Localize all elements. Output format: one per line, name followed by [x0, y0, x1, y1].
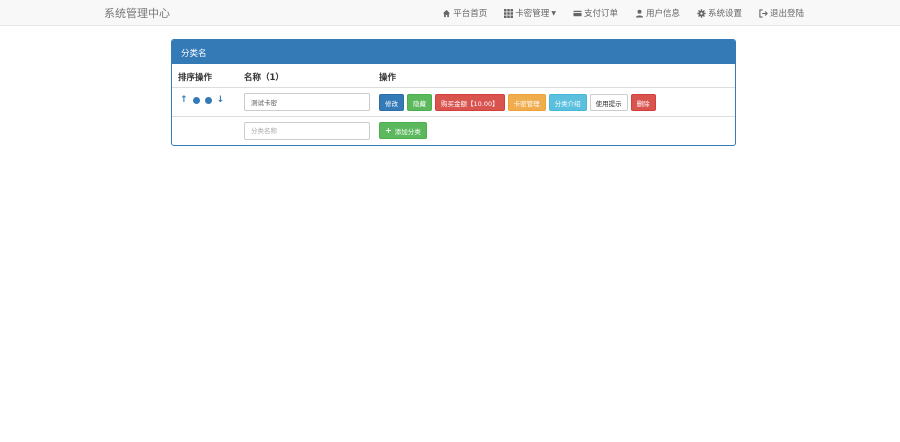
- gear-icon: [697, 8, 706, 18]
- card-management-button[interactable]: 卡密管理: [507, 94, 546, 111]
- plus-icon: +: [385, 126, 392, 135]
- top-navbar: 系统管理中心 平台首页 卡密管理 ▼ 支付订单 用户信息 系统设置 退出登陆: [0, 0, 900, 26]
- caret-down-icon: ▼: [551, 9, 556, 17]
- sort-controls: ↑ ▲ ▼ ↓: [180, 95, 229, 105]
- add-category-label: 添加分类: [394, 127, 421, 136]
- usage-tips-button[interactable]: 使用提示: [589, 94, 628, 111]
- nav-item-logout[interactable]: 退出登陆: [759, 7, 804, 19]
- credit-card-icon: [573, 9, 582, 18]
- new-category-name-input[interactable]: [244, 122, 370, 140]
- circle-up-icon[interactable]: ▲: [192, 96, 200, 104]
- purchase-amount-button[interactable]: 购买金额【10.00】: [435, 94, 505, 111]
- add-category-button[interactable]: + 添加分类: [379, 122, 427, 139]
- grid-icon: [504, 8, 514, 18]
- circle-down-icon[interactable]: ▼: [204, 96, 212, 104]
- arrow-down-icon[interactable]: ↓: [217, 95, 225, 105]
- nav-item-label: 用户信息: [645, 9, 680, 19]
- category-name-input[interactable]: [244, 93, 370, 111]
- user-icon: [635, 9, 644, 18]
- nav-item-label: 支付订单: [583, 9, 618, 19]
- delete-button[interactable]: 删除: [630, 94, 656, 111]
- hide-button[interactable]: 隐藏: [407, 94, 432, 111]
- nav-item-label: 卡密管理: [515, 9, 550, 19]
- table-header: 排序操作 名称（1） 操作: [172, 64, 735, 88]
- column-header-sort: 排序操作: [178, 73, 213, 83]
- home-icon: [442, 9, 451, 18]
- nav-item-card-management[interactable]: 卡密管理 ▼: [504, 7, 556, 19]
- category-panel: 分类名 排序操作 名称（1） 操作 ↑ ▲ ▼ ↓ 修改 隐藏 购买金额【10.…: [171, 39, 736, 146]
- edit-button[interactable]: 修改: [379, 94, 404, 111]
- nav-item-payment-orders[interactable]: 支付订单: [573, 7, 618, 19]
- new-category-row: + 添加分类: [172, 117, 735, 145]
- nav-item-user-info[interactable]: 用户信息: [635, 7, 680, 19]
- table-row: ↑ ▲ ▼ ↓ 修改 隐藏 购买金额【10.00】 卡密管理 分类介绍 使用提示…: [172, 88, 735, 117]
- nav-item-label: 系统设置: [707, 9, 742, 19]
- nav-item-label: 平台首页: [453, 9, 488, 19]
- logout-icon: [759, 8, 768, 18]
- nav-item-home[interactable]: 平台首页: [442, 7, 487, 19]
- nav-item-system-settings[interactable]: 系统设置: [697, 7, 742, 19]
- column-header-name: 名称（1）: [244, 73, 284, 83]
- nav-menu: 平台首页 卡密管理 ▼ 支付订单 用户信息 系统设置 退出登陆: [425, 0, 804, 26]
- arrow-up-icon[interactable]: ↑: [180, 95, 188, 105]
- row-actions: 修改 隐藏 购买金额【10.00】 卡密管理 分类介绍 使用提示 删除: [379, 94, 659, 111]
- brand-title[interactable]: 系统管理中心: [104, 5, 170, 21]
- panel-title: 分类名: [172, 40, 735, 64]
- category-intro-button[interactable]: 分类介绍: [548, 94, 587, 111]
- nav-item-label: 退出登陆: [769, 9, 804, 19]
- column-header-actions: 操作: [379, 73, 397, 83]
